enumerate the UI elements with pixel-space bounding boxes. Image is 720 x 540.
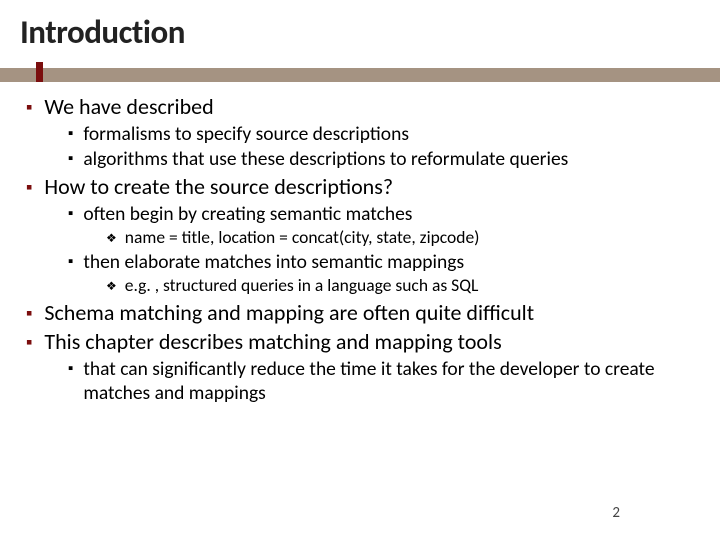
bullet-l2: ▪ formalisms to specify source descripti… (68, 122, 700, 146)
title-divider (20, 62, 700, 84)
bullet-text: We have described (44, 94, 213, 120)
bullet-l3: ❖ e.g. , structured queries in a languag… (106, 275, 700, 297)
square-bullet-icon: ▪ (68, 122, 73, 146)
square-bullet-icon: ▪ (26, 329, 32, 355)
bullet-l1: ▪ This chapter describes matching and ma… (26, 329, 700, 355)
bullet-l3: ❖ name = title, location = concat(city, … (106, 227, 700, 249)
bullet-text: that can significantly reduce the time i… (83, 357, 700, 405)
bullet-l2: ▪ that can significantly reduce the time… (68, 357, 700, 405)
bullet-text: name = title, location = concat(city, st… (125, 227, 480, 249)
bullet-text: How to create the source descriptions? (44, 174, 393, 200)
square-bullet-icon: ▪ (68, 202, 73, 226)
bullet-text: Schema matching and mapping are often qu… (44, 300, 534, 326)
bullet-text: algorithms that use these descriptions t… (83, 147, 568, 171)
square-bullet-icon: ▪ (68, 250, 73, 274)
square-bullet-icon: ▪ (26, 94, 32, 120)
bullet-l1: ▪ How to create the source descriptions? (26, 174, 700, 200)
bullet-l1: ▪ Schema matching and mapping are often … (26, 300, 700, 326)
bullet-text: e.g. , structured queries in a language … (125, 275, 479, 297)
bullet-l2: ▪ often begin by creating semantic match… (68, 202, 700, 226)
bullet-l1: ▪ We have described (26, 94, 700, 120)
square-bullet-icon: ▪ (68, 147, 73, 171)
bullet-text: This chapter describes matching and mapp… (44, 329, 501, 355)
bullet-text: then elaborate matches into semantic map… (83, 250, 464, 274)
square-bullet-icon: ▪ (26, 174, 32, 200)
diamond-bullet-icon: ❖ (106, 229, 117, 249)
bullet-text: often begin by creating semantic matches (83, 202, 412, 226)
square-bullet-icon: ▪ (68, 357, 73, 405)
divider-tick (36, 62, 43, 82)
bullet-text: formalisms to specify source description… (83, 122, 409, 146)
bullet-l2: ▪ algorithms that use these descriptions… (68, 147, 700, 171)
slide: Introduction ▪ We have described ▪ forma… (0, 0, 720, 540)
diamond-bullet-icon: ❖ (106, 277, 117, 297)
divider-bar (0, 68, 720, 82)
square-bullet-icon: ▪ (26, 300, 32, 326)
body-content: ▪ We have described ▪ formalisms to spec… (20, 94, 700, 405)
page-number: 2 (612, 504, 620, 522)
slide-title: Introduction (20, 12, 700, 52)
bullet-l2: ▪ then elaborate matches into semantic m… (68, 250, 700, 274)
